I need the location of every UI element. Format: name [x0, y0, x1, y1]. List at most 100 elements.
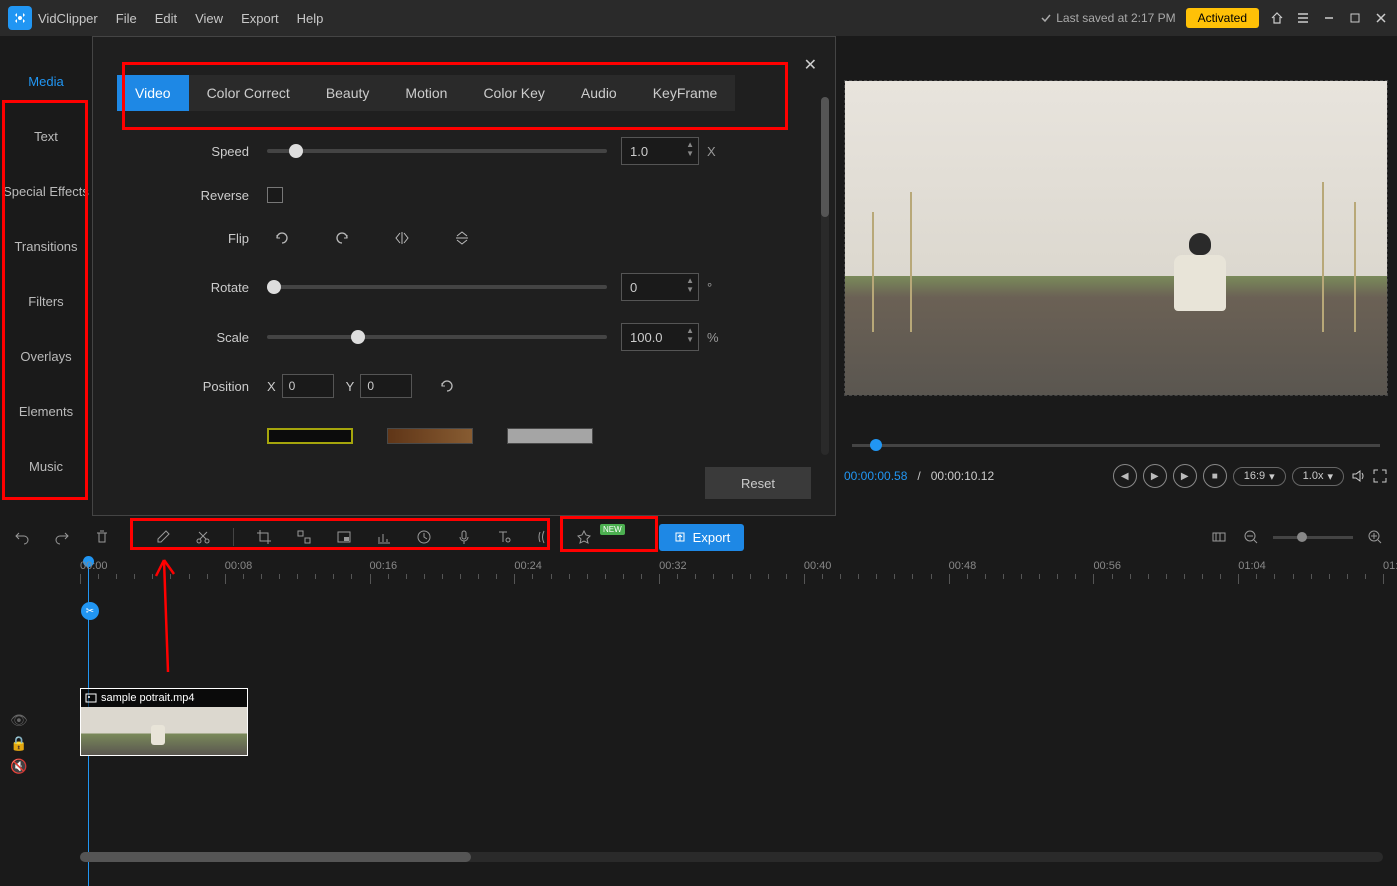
- reverse-checkbox[interactable]: [267, 187, 283, 203]
- pos-y-input[interactable]: [360, 374, 412, 398]
- menu-file[interactable]: File: [116, 11, 137, 26]
- home-icon[interactable]: [1269, 10, 1285, 26]
- undo-icon[interactable]: [12, 527, 32, 547]
- prev-frame-button[interactable]: ◀: [1113, 464, 1137, 488]
- tab-color-correct[interactable]: Color Correct: [189, 75, 308, 111]
- timeline-view-icon[interactable]: [1209, 527, 1229, 547]
- timeline-ruler[interactable]: ✂ 00:0000:0800:1600:2400:3200:4000:4800:…: [80, 560, 1383, 586]
- pip-icon[interactable]: [334, 527, 354, 547]
- export-button[interactable]: Export: [659, 524, 745, 551]
- preview-zoom-selector[interactable]: 1.0x ▾: [1292, 467, 1344, 486]
- zoom-in-icon[interactable]: [1365, 527, 1385, 547]
- hamburger-icon[interactable]: [1295, 10, 1311, 26]
- tab-motion[interactable]: Motion: [387, 75, 465, 111]
- duration-icon[interactable]: [414, 527, 434, 547]
- menu-view[interactable]: View: [195, 11, 223, 26]
- sidebar-overlays[interactable]: Overlays: [0, 329, 92, 384]
- menu-help[interactable]: Help: [297, 11, 324, 26]
- bg-swatch-white[interactable]: [507, 428, 593, 444]
- rotate-label: Rotate: [157, 280, 267, 295]
- pos-x-label: X: [267, 379, 276, 394]
- sidebar-special-effects[interactable]: Special Effects: [0, 164, 92, 219]
- tab-keyframe[interactable]: KeyFrame: [635, 75, 736, 111]
- delete-icon[interactable]: [92, 527, 112, 547]
- tab-beauty[interactable]: Beauty: [308, 75, 388, 111]
- text-to-speech-icon[interactable]: [494, 527, 514, 547]
- close-icon[interactable]: [1373, 10, 1389, 26]
- dialog-close-icon[interactable]: ✕: [804, 55, 817, 75]
- scale-slider[interactable]: [267, 335, 607, 339]
- pos-y-label: Y: [346, 379, 355, 394]
- pos-x-input[interactable]: [282, 374, 334, 398]
- voiceover-icon[interactable]: [454, 527, 474, 547]
- rotate-cw-icon[interactable]: [327, 225, 357, 251]
- flip-vertical-icon[interactable]: [447, 225, 477, 251]
- play-button[interactable]: ▶: [1143, 464, 1167, 488]
- timeline-clip[interactable]: sample potrait.mp4: [80, 688, 248, 756]
- new-badge: NEW: [600, 524, 625, 535]
- track-lock-icon[interactable]: 🔒: [10, 735, 28, 752]
- bg-swatch-black[interactable]: [267, 428, 353, 444]
- rotate-ccw-icon[interactable]: [267, 225, 297, 251]
- sidebar-transitions[interactable]: Transitions: [0, 219, 92, 274]
- track-visibility-icon[interactable]: 👁: [10, 712, 28, 729]
- timeline-zoom-slider[interactable]: [1273, 536, 1353, 539]
- ruler-mark: 00:16: [370, 560, 398, 572]
- sidebar-filters[interactable]: Filters: [0, 274, 92, 329]
- fullscreen-icon[interactable]: [1372, 468, 1388, 484]
- zoom-out-icon[interactable]: [1241, 527, 1261, 547]
- redo-icon[interactable]: [52, 527, 72, 547]
- minimize-icon[interactable]: [1321, 10, 1337, 26]
- reverse-label: Reverse: [157, 188, 267, 203]
- speed-input[interactable]: 1.0▲▼: [621, 137, 699, 165]
- sidebar-text[interactable]: Text: [0, 109, 92, 164]
- tab-color-key[interactable]: Color Key: [465, 75, 562, 111]
- stop-button[interactable]: ■: [1203, 464, 1227, 488]
- tab-audio[interactable]: Audio: [563, 75, 635, 111]
- sidebar-media[interactable]: Media: [0, 54, 92, 109]
- preview-controls: 00:00:00.58 / 00:00:10.12 ◀ ▶ ▶ ■ 16:9 ▾…: [844, 430, 1388, 500]
- ruler-mark: 00:32: [659, 560, 687, 572]
- speech-to-text-icon[interactable]: [534, 527, 554, 547]
- time-sep: /: [917, 469, 920, 483]
- preview-seek[interactable]: [852, 430, 1380, 450]
- reset-position-icon[interactable]: [432, 373, 462, 399]
- preview-video[interactable]: [844, 80, 1388, 396]
- aspect-ratio-selector[interactable]: 16:9 ▾: [1233, 467, 1286, 486]
- sidebar-music[interactable]: Music: [0, 439, 92, 494]
- menu-bar: VidClipper File Edit View Export Help La…: [0, 0, 1397, 36]
- crop-icon[interactable]: [254, 527, 274, 547]
- flip-horizontal-icon[interactable]: [387, 225, 417, 251]
- maximize-icon[interactable]: [1347, 10, 1363, 26]
- reset-button[interactable]: Reset: [705, 467, 811, 499]
- ai-icon[interactable]: [574, 527, 594, 547]
- chart-icon[interactable]: [374, 527, 394, 547]
- speed-slider[interactable]: [267, 149, 607, 153]
- next-frame-button[interactable]: ▶: [1173, 464, 1197, 488]
- track-mute-icon[interactable]: 🔇: [10, 758, 28, 775]
- edit-dialog: ✕ Video Color Correct Beauty Motion Colo…: [92, 36, 836, 516]
- timeline-scrollbar[interactable]: [80, 852, 1383, 862]
- menu-export[interactable]: Export: [241, 11, 279, 26]
- app-logo: [8, 6, 32, 30]
- bg-swatch-blur[interactable]: [387, 428, 473, 444]
- rotate-input[interactable]: 0▲▼: [621, 273, 699, 301]
- activated-badge[interactable]: Activated: [1186, 8, 1259, 28]
- volume-icon[interactable]: [1350, 468, 1366, 484]
- tab-video[interactable]: Video: [117, 75, 189, 111]
- rotate-slider[interactable]: [267, 285, 607, 289]
- mosaic-icon[interactable]: [294, 527, 314, 547]
- ruler-mark: 00:08: [225, 560, 253, 572]
- dialog-body: Speed 1.0▲▼ X Reverse Flip Rotate 0▲▼ ° …: [117, 137, 811, 451]
- split-marker-icon[interactable]: ✂: [81, 602, 99, 620]
- edit-icon[interactable]: [153, 527, 173, 547]
- scale-input[interactable]: 100.0▲▼: [621, 323, 699, 351]
- ruler-mark: 00:24: [514, 560, 542, 572]
- sidebar-elements[interactable]: Elements: [0, 384, 92, 439]
- menu-edit[interactable]: Edit: [155, 11, 177, 26]
- dialog-scrollbar[interactable]: [821, 97, 829, 455]
- clip-name: sample potrait.mp4: [101, 692, 195, 704]
- ruler-mark: 01:04: [1238, 560, 1266, 572]
- split-icon[interactable]: [193, 527, 213, 547]
- scale-unit: %: [707, 330, 719, 345]
